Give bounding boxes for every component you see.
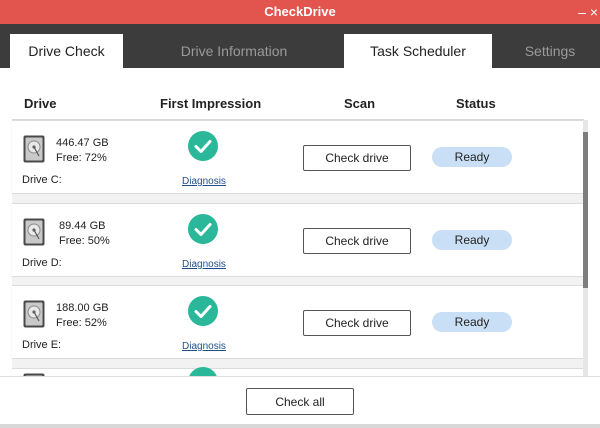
footer: Check all <box>0 376 600 428</box>
hard-drive-icon <box>23 218 45 246</box>
hard-drive-icon <box>23 135 45 163</box>
column-header-first-impression: First Impression <box>160 96 262 111</box>
drive-list[interactable]: 446.47 GB Free: 72% Drive C: Diagnosis C… <box>0 120 600 376</box>
check-drive-button[interactable]: Check drive <box>303 145 411 171</box>
status-badge: Ready <box>432 312 512 332</box>
checkmark-icon <box>189 367 217 376</box>
drive-size: 188.00 GB <box>56 302 109 314</box>
diagnosis-link[interactable]: Diagnosis <box>182 341 226 352</box>
column-header-drive: Drive <box>24 96 57 111</box>
drive-row: 188.00 GB Free: 52% Drive E: Diagnosis C… <box>12 285 584 359</box>
row-separator <box>12 194 584 203</box>
column-header-status: Status <box>456 96 496 111</box>
drive-size: 89.44 GB <box>59 220 106 232</box>
drive-size: 446.47 GB <box>56 137 109 149</box>
diagnosis-link[interactable]: Diagnosis <box>182 259 226 270</box>
hard-drive-icon <box>23 300 45 328</box>
drive-row: 89.44 GB Free: 50% Drive D: Diagnosis Ch… <box>12 203 584 277</box>
drive-free: Free: 72% <box>56 152 107 164</box>
check-drive-button[interactable]: Check drive <box>303 310 411 336</box>
tab-drive-check[interactable]: Drive Check <box>10 34 123 68</box>
drive-free: Free: 52% <box>56 317 107 329</box>
check-drive-button[interactable]: Check drive <box>303 228 411 254</box>
diagnosis-link[interactable]: Diagnosis <box>182 176 226 187</box>
status-strip <box>0 424 600 428</box>
scrollbar[interactable] <box>583 120 588 376</box>
scrollbar-thumb[interactable] <box>583 132 588 288</box>
close-icon[interactable]: × <box>588 2 600 22</box>
column-header-scan: Scan <box>344 96 376 111</box>
tab-bar: Drive Check Drive Information Task Sched… <box>0 24 600 68</box>
checkmark-icon <box>188 131 218 161</box>
drive-free: Free: 50% <box>59 235 110 247</box>
checkmark-icon <box>188 214 218 244</box>
drive-name: Drive C: <box>22 174 62 186</box>
drive-row-partial <box>12 367 584 376</box>
row-separator <box>12 359 584 368</box>
tab-task-scheduler[interactable]: Task Scheduler <box>344 34 492 68</box>
status-badge: Ready <box>432 147 512 167</box>
drive-name: Drive E: <box>22 339 62 351</box>
checkmark-icon <box>188 296 218 326</box>
tab-settings[interactable]: Settings <box>510 34 590 68</box>
column-headers: Drive First Impression Scan Status <box>12 86 584 120</box>
drive-row: 446.47 GB Free: 72% Drive C: Diagnosis C… <box>12 120 584 194</box>
status-badge: Ready <box>432 230 512 250</box>
window-title: CheckDrive <box>264 4 336 19</box>
title-bar: CheckDrive – × <box>0 0 600 24</box>
tab-drive-information[interactable]: Drive Information <box>150 34 318 68</box>
check-all-button[interactable]: Check all <box>246 388 354 415</box>
drive-name: Drive D: <box>22 257 62 269</box>
